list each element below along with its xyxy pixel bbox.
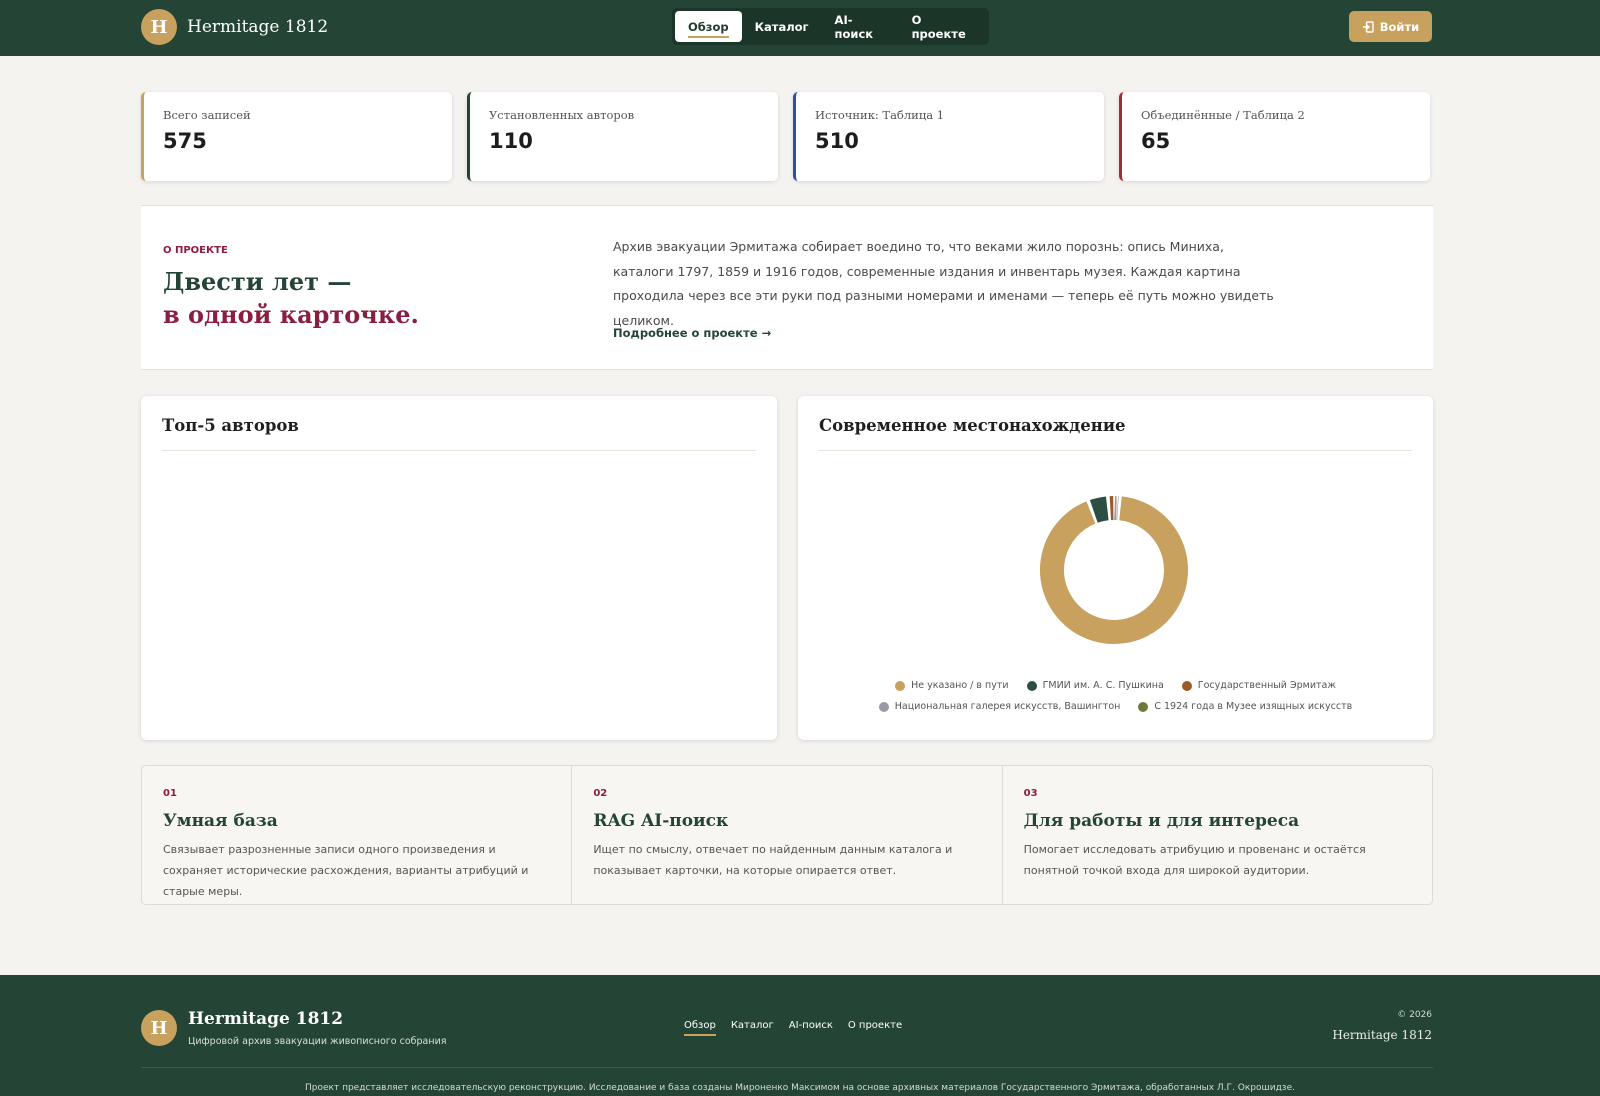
legend-label: Не указано / в пути: [911, 680, 1009, 691]
legend-swatch: [878, 701, 889, 712]
legend-label: С 1924 года в Музее изящных искусств: [1154, 701, 1353, 712]
stat-label: Источник: Таблица 1: [815, 108, 945, 122]
about-text: Архив эвакуации Эрмитажа собирает воедин…: [613, 239, 1274, 328]
feature-card: 02 RAG AI-поиск Ищет по смыслу, отвечает…: [571, 766, 1001, 904]
chart-legend-row-1: Не указано / в пути ГМИИ им. А. С. Пушки…: [798, 680, 1433, 691]
chart-legend-row-2: Национальная галерея искусств, Вашингтон…: [798, 701, 1433, 712]
headline-line-2: в одной карточке.: [163, 300, 419, 329]
legend-item[interactable]: Не указано / в пути: [895, 680, 1009, 691]
feature-number: 03: [1023, 788, 1038, 799]
feature-title: Для работы и для интереса: [1023, 811, 1300, 831]
footer-copyright-block: © 2026 Hermitage 1812: [1332, 1010, 1432, 1042]
headline-line-1: Двести лет —: [163, 267, 352, 296]
location-panel: Современное местонахождение Не указано /…: [798, 396, 1433, 740]
main-nav: Обзор Каталог AI-поиск О проекте: [672, 8, 989, 45]
about-more-link[interactable]: Подробнее о проекте →: [613, 326, 771, 340]
stat-card-authors: Установленных авторов 110: [467, 92, 778, 181]
login-icon: [1362, 20, 1374, 33]
top-navbar: H Hermitage 1812 Обзор Каталог AI-поиск …: [0, 0, 1600, 56]
legend-item[interactable]: ГМИИ им. А. С. Пушкина: [1026, 680, 1164, 691]
footer-copyright-name: Hermitage 1812: [1332, 1028, 1432, 1042]
top-authors-panel: Топ-5 авторов Филипс ВауверманДавид Тени…: [141, 396, 777, 740]
donut-slice[interactable]: [1040, 496, 1188, 644]
footer-subtitle: Цифровой архив эвакуации живописного соб…: [188, 1036, 447, 1047]
feature-number: 01: [163, 788, 177, 799]
legend-swatch: [895, 680, 906, 691]
brand[interactable]: H Hermitage 1812: [141, 9, 328, 45]
legend-swatch: [1138, 701, 1149, 712]
feature-text: Помогает исследовать атрибуцию и провена…: [1023, 843, 1366, 877]
feature-title: RAG AI-поиск: [593, 811, 729, 831]
footer-brand-name: Hermitage 1812: [188, 1009, 344, 1029]
feature-card: 03 Для работы и для интереса Помогает ис…: [1001, 766, 1432, 904]
stat-card-source-table-1: Источник: Таблица 1 510: [793, 92, 1104, 181]
stat-card-merged-table-2: Объединённые / Таблица 2 65: [1119, 92, 1430, 181]
top-authors-bar-chart: Филипс ВауверманДавид ТенирсМладшийДавид…: [141, 396, 777, 740]
feature-card: 01 Умная база Связывает разрозненные зап…: [142, 766, 571, 904]
login-button[interactable]: Войти: [1349, 11, 1432, 42]
legend-label: ГМИИ им. А. С. Пушкина: [1042, 680, 1164, 691]
footer: H Hermitage 1812 Цифровой архив эвакуаци…: [0, 975, 1600, 1096]
stat-value: 510: [815, 129, 859, 153]
legend-item[interactable]: Государственный Эрмитаж: [1181, 680, 1336, 691]
stat-label: Объединённые / Таблица 2: [1141, 108, 1305, 122]
footer-divider: [141, 1067, 1433, 1068]
logo: H: [141, 9, 177, 45]
stat-value: 110: [489, 129, 533, 153]
footer-nav-overview[interactable]: Обзор: [684, 1020, 716, 1036]
footer-nav-catalog[interactable]: Каталог: [731, 1020, 774, 1036]
footer-nav: Обзор Каталог AI-поиск О проекте: [684, 1020, 902, 1036]
footer-nav-ai-search[interactable]: AI-поиск: [789, 1020, 833, 1036]
feature-text: Ищет по смыслу, отвечает по найденным да…: [593, 843, 953, 877]
location-donut-chart: [1040, 496, 1188, 644]
donut-slice[interactable]: [1089, 496, 1109, 523]
nav-catalog[interactable]: Каталог: [742, 11, 822, 42]
about-section: О ПРОЕКТЕ Двести лет — в одной карточке.…: [141, 205, 1433, 370]
feature-title: Умная база: [163, 811, 278, 831]
legend-item[interactable]: С 1924 года в Музее изящных искусств: [1138, 701, 1352, 712]
legend-swatch: [1026, 680, 1037, 691]
features-section: 01 Умная база Связывает разрозненные зап…: [141, 765, 1433, 905]
nav-overview[interactable]: Обзор: [675, 11, 742, 42]
feature-text: Связывает разрозненные записи одного про…: [163, 843, 529, 898]
footer-logo: H: [141, 1010, 177, 1046]
nav-about[interactable]: О проекте: [899, 11, 986, 42]
about-eyebrow: О ПРОЕКТЕ: [163, 245, 228, 256]
stat-card-total: Всего записей 575: [141, 92, 452, 181]
stat-value: 65: [1141, 129, 1171, 153]
footer-brand[interactable]: H Hermitage 1812 Цифровой архив эвакуаци…: [141, 1009, 446, 1047]
legend-label: Государственный Эрмитаж: [1197, 680, 1336, 691]
legend-label: Национальная галерея искусств, Вашингтон: [894, 701, 1121, 712]
stat-value: 575: [163, 129, 207, 153]
stat-label: Всего записей: [163, 108, 251, 122]
footer-note: Проект представляет исследовательскую ре…: [305, 1083, 1295, 1093]
about-headline: Двести лет — в одной карточке.: [163, 265, 419, 331]
nav-ai-search[interactable]: AI-поиск: [822, 11, 899, 42]
stat-label: Установленных авторов: [489, 108, 635, 122]
brand-name: Hermitage 1812: [187, 17, 329, 37]
legend-item[interactable]: Национальная галерея искусств, Вашингтон: [878, 701, 1121, 712]
legend-swatch: [1181, 680, 1192, 691]
footer-nav-about[interactable]: О проекте: [848, 1020, 902, 1036]
footer-copyright: © 2026: [1397, 1010, 1432, 1020]
login-label: Войти: [1379, 19, 1420, 34]
feature-number: 02: [593, 788, 608, 799]
